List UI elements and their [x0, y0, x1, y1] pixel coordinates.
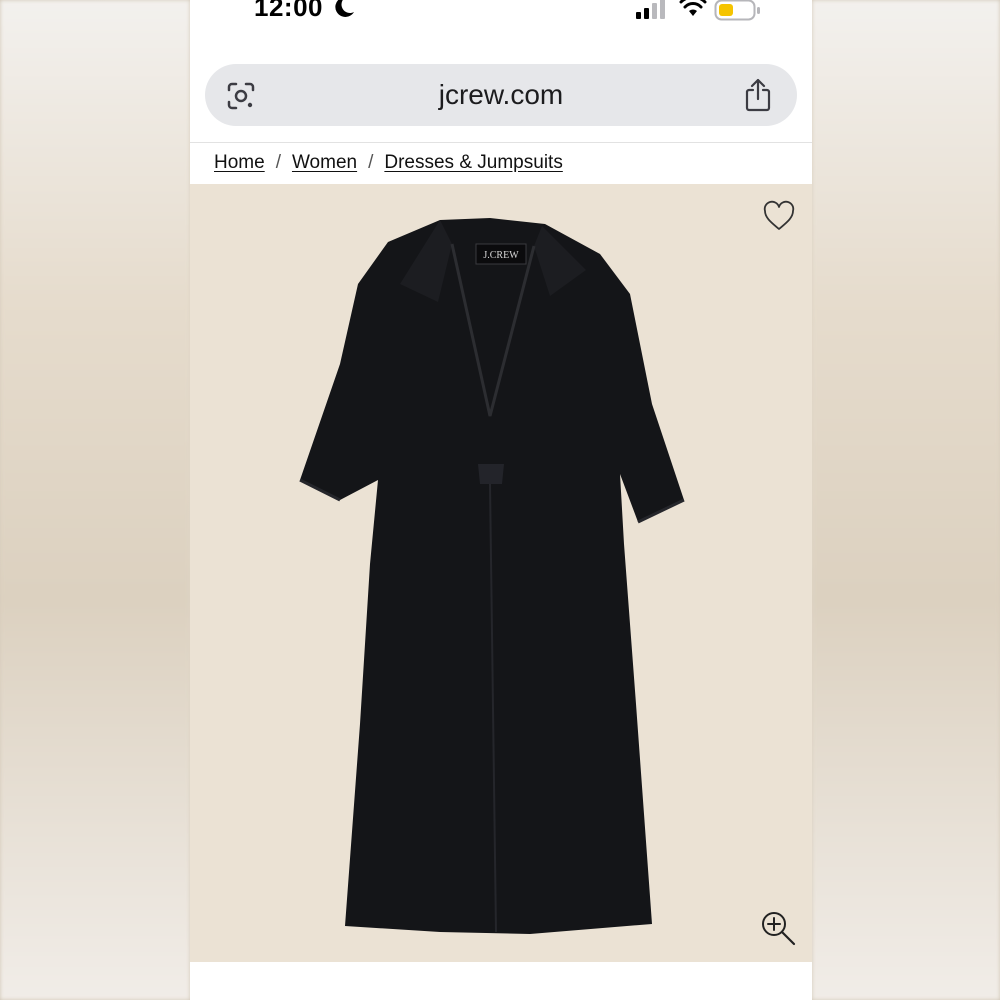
breadcrumb-dresses-jumpsuits[interactable]: Dresses & Jumpsuits [384, 152, 562, 174]
zoom-in-icon[interactable] [760, 910, 796, 946]
header-divider [190, 142, 812, 143]
dress-placket [478, 464, 504, 484]
status-bar: 12:00 [190, 0, 812, 30]
product-image[interactable]: J.CREW [190, 184, 812, 962]
background-right [812, 0, 1000, 1000]
battery-icon [714, 0, 760, 21]
cellular-signal-icon [636, 0, 665, 19]
breadcrumb-women[interactable]: Women [292, 152, 357, 174]
background-left [0, 0, 190, 1000]
breadcrumb-separator: / [368, 152, 374, 173]
dress-label-text: J.CREW [483, 250, 519, 261]
breadcrumb-home[interactable]: Home [214, 152, 265, 174]
dress-image: J.CREW [299, 218, 685, 934]
moon-icon [335, 0, 354, 17]
breadcrumb: Home / Women / Dresses & Jumpsuits [214, 149, 563, 177]
address-bar[interactable]: jcrew.com [205, 64, 797, 126]
phone-screen: 12:00 jcrew.com Home / Women / Dresses &… [190, 0, 812, 1000]
wifi-icon [679, 0, 707, 16]
url-text[interactable]: jcrew.com [205, 79, 797, 111]
share-icon[interactable] [743, 78, 773, 112]
bottom-strip [190, 962, 812, 1000]
heart-icon[interactable] [762, 200, 796, 232]
status-time: 12:00 [254, 0, 323, 22]
breadcrumb-separator: / [275, 152, 281, 173]
